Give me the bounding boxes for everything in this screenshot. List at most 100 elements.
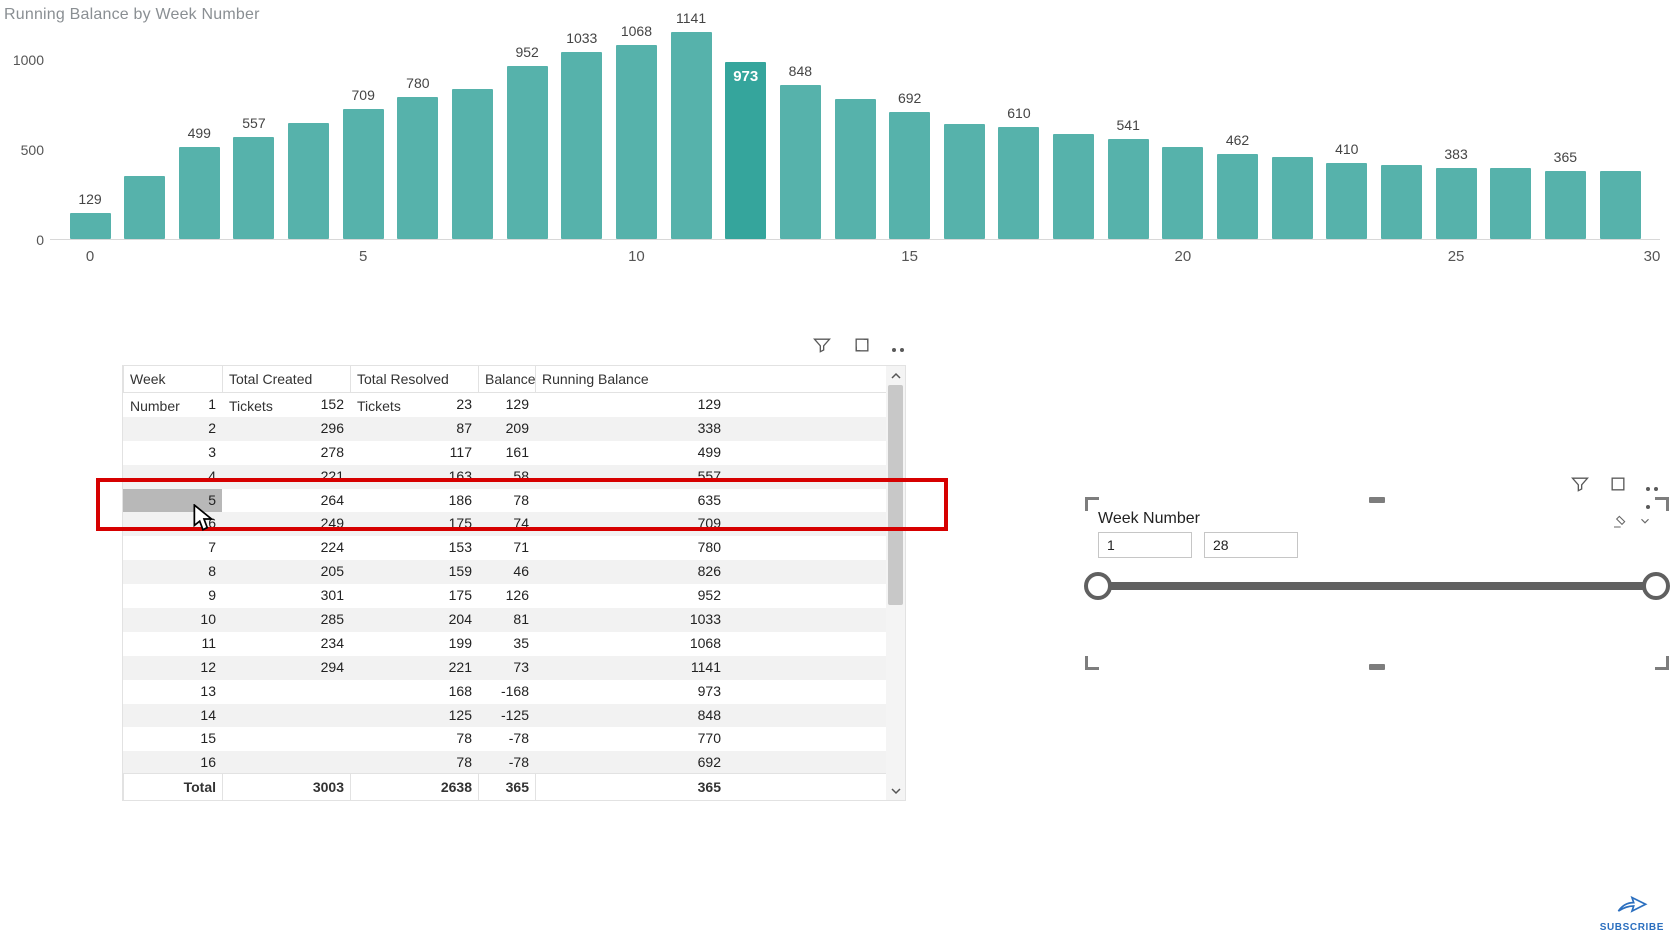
selection-handle[interactable]	[1655, 497, 1669, 511]
table-visual[interactable]: Week Number Total Created Tickets Total …	[122, 335, 906, 807]
bar-week-10[interactable]: 1068	[616, 45, 657, 239]
table-row[interactable]: 422116358557	[123, 465, 886, 489]
cell-week: 9	[123, 584, 222, 608]
bar-week-27[interactable]: 365	[1545, 171, 1586, 239]
table-row[interactable]: 115223129129	[123, 393, 886, 417]
table-header-row: Week Number Total Created Tickets Total …	[123, 366, 886, 393]
subscribe-watermark: SUBSCRIBE	[1600, 892, 1664, 933]
table-row[interactable]: 1678-78692	[123, 751, 886, 773]
table-row[interactable]: 1578-78770	[123, 727, 886, 751]
bar-label: 365	[1554, 149, 1577, 165]
bar-week-17[interactable]: 610	[998, 127, 1039, 239]
table-row[interactable]: 10285204811033	[123, 608, 886, 632]
bar-week-6[interactable]: 780	[397, 97, 438, 239]
cell-created: 264	[222, 489, 350, 513]
bar-week-13[interactable]: 848	[780, 85, 821, 239]
bar-week-24[interactable]	[1381, 165, 1422, 239]
col-week[interactable]: Week Number	[123, 366, 222, 393]
cell-week: 10	[123, 608, 222, 632]
bar-week-28[interactable]	[1600, 171, 1641, 239]
bar-week-19[interactable]: 541	[1108, 139, 1149, 239]
cell-balance: 78	[478, 489, 535, 513]
bar-label: 780	[406, 75, 429, 91]
cell-balance: 35	[478, 632, 535, 656]
bar-week-16[interactable]	[944, 124, 985, 239]
chart-running-balance[interactable]: Running Balance by Week Number 0 500 100…	[0, 0, 1680, 280]
bar-week-7[interactable]	[452, 89, 493, 239]
bar-week-9[interactable]: 1033	[561, 52, 602, 239]
col-created[interactable]: Total Created Tickets	[222, 366, 350, 393]
table-row[interactable]: 11234199351068	[123, 632, 886, 656]
filter-icon[interactable]	[1570, 474, 1590, 499]
cell-week: 11	[123, 632, 222, 656]
bar-week-25[interactable]: 383	[1436, 168, 1477, 239]
slicer-track[interactable]	[1098, 584, 1656, 588]
col-balance[interactable]: Balance	[478, 366, 535, 393]
filter-icon[interactable]	[812, 335, 832, 360]
table-row[interactable]: 820515946826	[123, 560, 886, 584]
cell-created	[222, 727, 350, 751]
slicer-from-input[interactable]	[1098, 532, 1192, 558]
focus-mode-icon[interactable]	[852, 335, 872, 360]
col-running[interactable]: Running Balance	[535, 366, 727, 393]
chart-y-axis: 0 500 1000	[0, 30, 50, 240]
slicer-handle-max[interactable]	[1642, 572, 1670, 600]
table-scrollbar[interactable]	[886, 366, 905, 800]
cell-week: 4	[123, 465, 222, 489]
bar-week-1[interactable]	[124, 176, 165, 239]
table-row[interactable]: 3278117161499	[123, 441, 886, 465]
bar-week-5[interactable]: 709	[343, 109, 384, 239]
bar-week-8[interactable]: 952	[507, 66, 548, 239]
table-rows[interactable]: 1152231291292296872093383278117161499422…	[123, 393, 886, 773]
bar-week-0[interactable]: 129	[70, 213, 111, 239]
cell-created: 278	[222, 441, 350, 465]
slicer-visual-selected[interactable]: Week Number	[1088, 500, 1666, 667]
bar-week-3[interactable]: 557	[233, 137, 274, 239]
selection-handle[interactable]	[1085, 497, 1099, 511]
table-row[interactable]: 722415371780	[123, 536, 886, 560]
bar-week-22[interactable]	[1272, 157, 1313, 239]
selection-handle[interactable]	[1369, 497, 1385, 503]
chart-plot-area[interactable]: 129 499 557 709 780 952 1033 1068 1141 973 848 692 6…	[50, 30, 1660, 240]
clear-selection-icon[interactable]	[1612, 513, 1628, 529]
table-row[interactable]: 526418678635	[123, 489, 886, 513]
bar-label: 462	[1226, 132, 1249, 148]
table-row[interactable]: 229687209338	[123, 417, 886, 441]
chevron-down-icon[interactable]	[1638, 514, 1652, 528]
table-row[interactable]: 13168-168973	[123, 680, 886, 704]
col-resolved[interactable]: Total Resolved Tickets	[350, 366, 478, 393]
cell-balance: -78	[478, 751, 535, 773]
bar-week-12[interactable]: 973	[725, 62, 766, 239]
bar-week-14[interactable]	[835, 99, 876, 239]
bar-week-20[interactable]	[1162, 147, 1203, 239]
cell-resolved: 23	[350, 393, 478, 417]
selection-handle[interactable]	[1655, 656, 1669, 670]
scroll-down-icon[interactable]	[886, 781, 905, 800]
bar-week-2[interactable]: 499	[179, 147, 220, 239]
table-row[interactable]: 12294221731141	[123, 656, 886, 680]
focus-mode-icon[interactable]	[1608, 474, 1628, 499]
table-row[interactable]: 9301175126952	[123, 584, 886, 608]
scroll-thumb[interactable]	[888, 385, 903, 605]
bar-week-4[interactable]	[288, 123, 329, 239]
total-balance: 365	[478, 774, 535, 801]
cell-created: 224	[222, 536, 350, 560]
cell-balance: 71	[478, 536, 535, 560]
cell-resolved: 175	[350, 512, 478, 536]
table-row[interactable]: 624917574709	[123, 512, 886, 536]
cell-running: 338	[535, 417, 727, 441]
selection-handle[interactable]	[1085, 656, 1099, 670]
table-row[interactable]: 14125-125848	[123, 704, 886, 728]
selection-handle[interactable]	[1369, 664, 1385, 670]
bar-week-23[interactable]: 410	[1326, 163, 1367, 239]
bar-week-18[interactable]	[1053, 134, 1094, 239]
bar-week-15[interactable]: 692	[889, 112, 930, 239]
bar-week-11[interactable]: 1141	[671, 32, 712, 239]
slicer-to-input[interactable]	[1204, 532, 1298, 558]
cell-week: 12	[123, 656, 222, 680]
bar-week-26[interactable]	[1490, 168, 1531, 239]
cell-balance: -78	[478, 727, 535, 751]
scroll-up-icon[interactable]	[886, 366, 905, 385]
slicer-handle-min[interactable]	[1084, 572, 1112, 600]
bar-week-21[interactable]: 462	[1217, 154, 1258, 239]
